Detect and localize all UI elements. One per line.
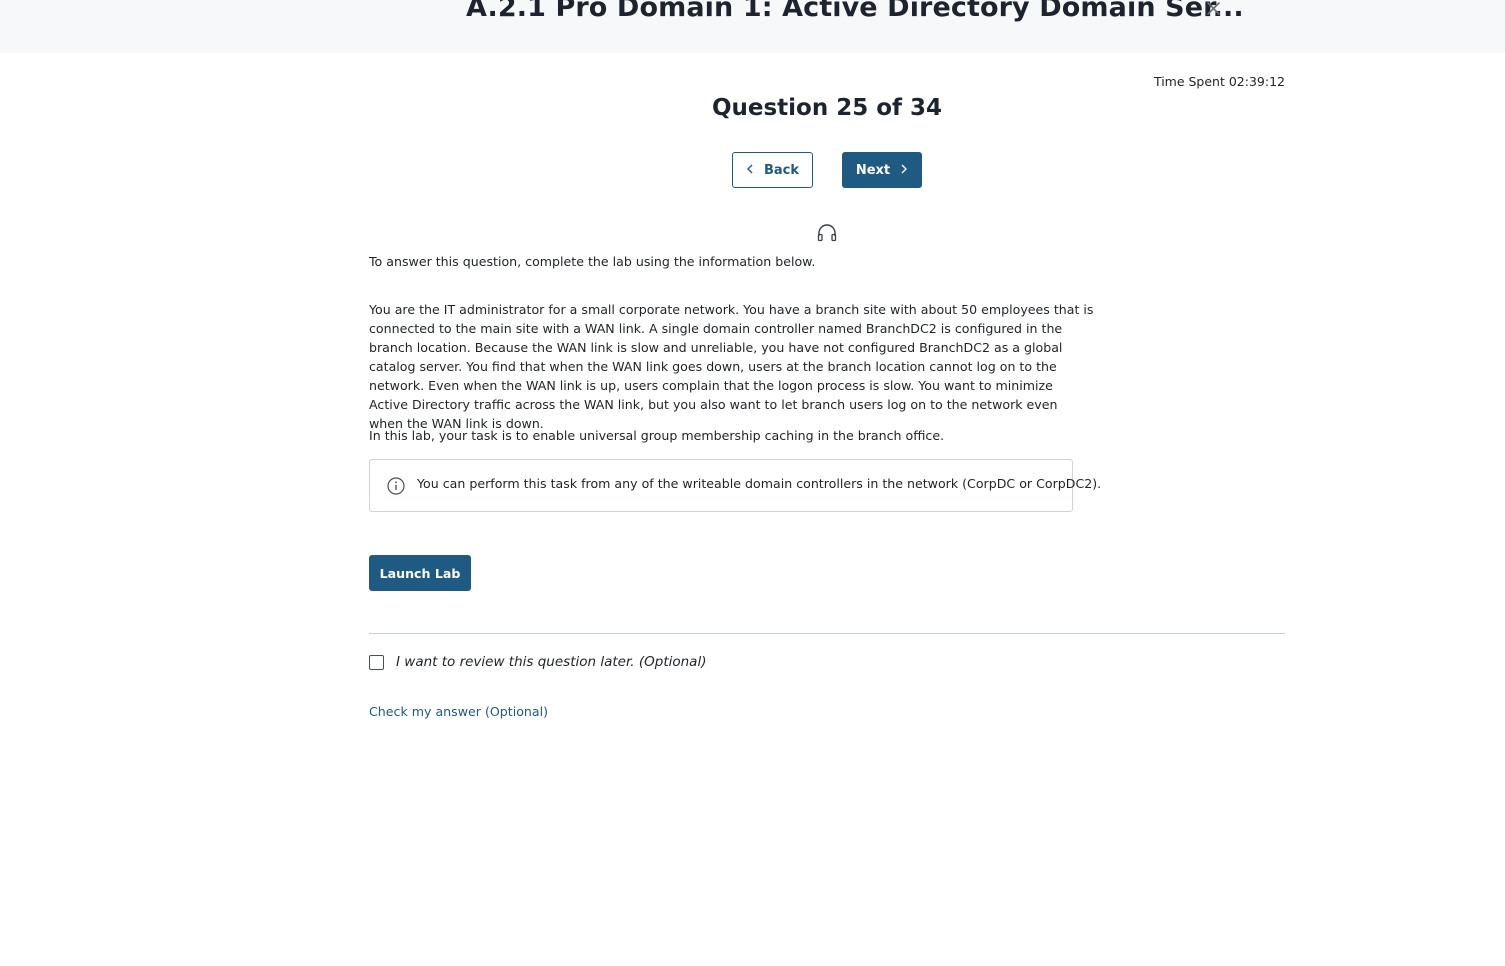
chevron-left-icon [746,163,754,178]
close-icon[interactable] [1204,0,1224,19]
time-spent: Time Spent 02:39:12 [1153,74,1285,89]
headphones-icon[interactable] [816,223,838,243]
task-text: In this lab, your task is to enable univ… [369,428,945,443]
instructions-intro: To answer this question, complete the la… [369,254,816,269]
launch-lab-button[interactable]: Launch Lab [369,555,471,591]
review-later-label: I want to review this question later. (O… [396,654,707,670]
back-button[interactable]: Back [732,152,813,188]
top-bar: A.2.1 Pro Domain 1: Active Directory Dom… [0,0,1505,53]
divider [369,633,1285,634]
review-later-option[interactable]: I want to review this question later. (O… [369,654,706,670]
next-button-label: Next [855,162,891,178]
scenario-text: You are the IT administrator for a small… [369,302,1094,431]
info-note: You can perform this task from any of th… [369,459,1101,512]
review-later-checkbox[interactable] [369,654,384,670]
next-button[interactable]: Next [842,152,922,188]
chevron-right-icon [900,163,908,178]
info-icon [386,476,406,496]
question-heading: Question 25 of 34 [711,95,943,121]
page-title: A.2.1 Pro Domain 1: Active Directory Dom… [466,0,1244,23]
note-text: You can perform this task from any of th… [417,476,1102,491]
check-answer-link[interactable]: Check my answer (Optional) [369,704,548,719]
back-button-label: Back [763,162,800,178]
